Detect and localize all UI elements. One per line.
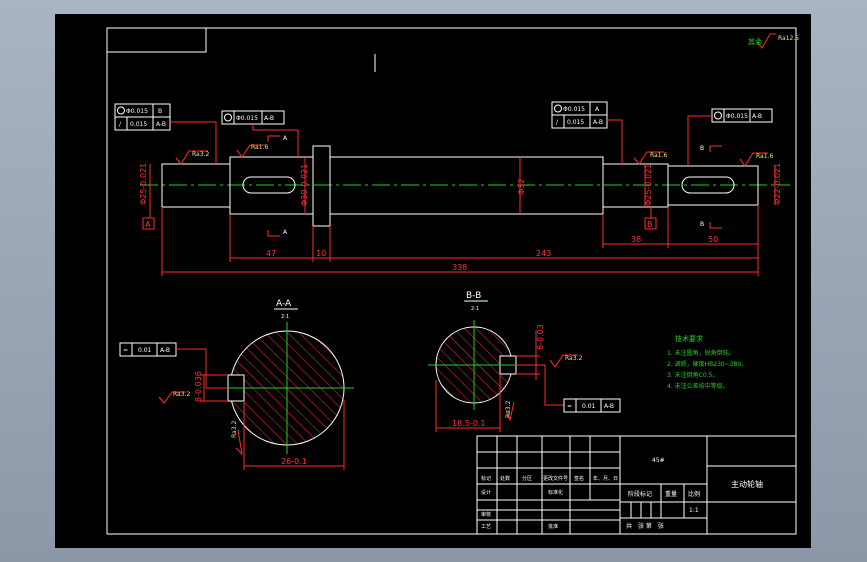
tech-note-3: 3. 未注倒角C0.5。 <box>667 371 718 379</box>
svg-text:重量: 重量 <box>665 490 677 498</box>
drawing-canvas[interactable]: 其余 Ra12.5 Φ25-0.021 Φ30-0.021 Φ32 Φ25-0.… <box>55 14 811 548</box>
dim-sec-a-width: 8-0.036 <box>194 371 203 402</box>
section-b-view: B-B 2:1 6-0.03 Ra3.2 Ra3.2 18.5-0.1 = 0.… <box>428 291 621 432</box>
tech-note-1: 1. 未注圆角，锐角倒钝。 <box>667 349 735 357</box>
dim-d-left: Φ25-0.021 <box>139 163 148 205</box>
svg-text:/: / <box>119 121 122 128</box>
svg-text:A-B: A-B <box>593 119 603 126</box>
length-dims: 47 10 243 338 38 50 <box>161 205 759 276</box>
svg-text:A-B: A-B <box>604 403 614 410</box>
svg-text:Ra3.2: Ra3.2 <box>192 151 209 158</box>
svg-text:B: B <box>647 220 653 229</box>
svg-text:A-B: A-B <box>264 115 274 122</box>
svg-text:Ra3.2: Ra3.2 <box>565 355 582 362</box>
dim-len-38: 38 <box>631 235 641 244</box>
tech-note-2: 2. 调质，硬度HB230~280。 <box>667 360 747 368</box>
svg-text:阶段标记: 阶段标记 <box>628 490 652 498</box>
svg-text:Φ0.015: Φ0.015 <box>563 106 585 113</box>
svg-text:0.015: 0.015 <box>130 121 147 128</box>
roughness-marks-main: Ra3.2 Ra1.6 Ra1.6 Ra1.6 <box>175 144 773 167</box>
svg-text:设计: 设计 <box>481 489 491 496</box>
svg-text:A-B: A-B <box>752 113 762 120</box>
title-part-name: 主动轮轴 <box>731 479 763 489</box>
svg-text:Ra1.6: Ra1.6 <box>650 152 667 159</box>
svg-text:/: / <box>556 119 559 126</box>
code-box <box>106 27 207 53</box>
svg-text:A: A <box>283 135 288 142</box>
svg-text:=: = <box>123 347 128 354</box>
datum-a: A <box>142 207 155 230</box>
svg-text:Ra3.2: Ra3.2 <box>173 391 190 398</box>
svg-text:更改文件号: 更改文件号 <box>543 475 568 482</box>
section-a-title: A-A <box>276 299 292 309</box>
tech-note-4: 4. 未注公差按中等级。 <box>667 382 729 390</box>
application-window: 其余 Ra12.5 Φ25-0.021 Φ30-0.021 Φ32 Φ25-0.… <box>0 0 867 562</box>
svg-text:B: B <box>700 221 704 228</box>
svg-text:处数: 处数 <box>500 475 510 482</box>
svg-text:0.015: 0.015 <box>567 119 584 126</box>
svg-text:审核: 审核 <box>481 511 491 518</box>
svg-text:Φ0.015: Φ0.015 <box>236 115 258 122</box>
svg-text:A-B: A-B <box>160 347 170 354</box>
svg-text:=: = <box>567 403 572 410</box>
tech-notes-title: 技术要求 <box>675 334 703 343</box>
svg-text:标记: 标记 <box>481 475 491 482</box>
dim-len-10: 10 <box>316 249 326 258</box>
dim-sec-a-depth: 26-0.1 <box>281 457 307 466</box>
drawing-border <box>106 27 797 535</box>
dim-d-key: Φ30-0.021 <box>300 164 309 206</box>
shaft-main-view <box>140 145 790 227</box>
roughness-corner: 其余 Ra12.5 <box>748 33 799 49</box>
section-b-title: B-B <box>466 291 481 301</box>
cad-drawing: 其余 Ra12.5 Φ25-0.021 Φ30-0.021 Φ32 Φ25-0.… <box>106 27 799 535</box>
title-material: 45# <box>652 457 665 464</box>
svg-text:0.01: 0.01 <box>582 403 596 410</box>
svg-text:签名: 签名 <box>574 475 584 482</box>
dim-d-mid: Φ32 <box>517 179 526 195</box>
svg-text:分区: 分区 <box>522 475 532 482</box>
svg-text:A: A <box>283 229 288 236</box>
title-scale: 1:1 <box>689 507 699 514</box>
dim-sec-b-depth: 18.5-0.1 <box>452 419 485 428</box>
svg-text:标准化: 标准化 <box>548 489 563 496</box>
tolerance-frame-right: Φ0.015 A / 0.015 A-B <box>551 101 623 164</box>
shaft-collar <box>312 145 331 227</box>
svg-text:Φ0.015: Φ0.015 <box>726 113 748 120</box>
dim-len-243: 243 <box>536 249 551 258</box>
svg-text:A: A <box>595 106 600 113</box>
roughness-corner-label: Ra12.5 <box>778 35 799 42</box>
section-a-view: A-A 2:1 = 0.01 A-B 8-0.036 Ra3.2 Ra3.2 2… <box>119 299 354 470</box>
svg-text:0.01: 0.01 <box>138 347 152 354</box>
dim-d-right-end: Φ22-0.021 <box>773 163 782 205</box>
dim-d-right-brg: Φ25-0.021 <box>644 164 653 206</box>
roughness-corner-prefix: 其余 <box>748 37 762 46</box>
section-b-scale: 2:1 <box>471 306 479 312</box>
datum-b: B <box>644 207 657 230</box>
dim-len-47: 47 <box>266 249 276 258</box>
tech-notes: 技术要求 1. 未注圆角，锐角倒钝。 2. 调质，硬度HB230~280。 3.… <box>667 334 747 390</box>
svg-text:年、月、日: 年、月、日 <box>593 475 618 482</box>
svg-text:Φ0.015: Φ0.015 <box>126 108 148 115</box>
svg-text:B: B <box>700 145 704 152</box>
svg-text:Ra3.2: Ra3.2 <box>231 421 238 438</box>
dim-len-50: 50 <box>708 235 718 244</box>
svg-text:Ra3.2: Ra3.2 <box>505 401 512 418</box>
svg-text:A: A <box>145 220 151 229</box>
svg-text:批准: 批准 <box>548 523 558 530</box>
svg-text:Ra1.6: Ra1.6 <box>251 144 268 151</box>
svg-text:比例: 比例 <box>688 490 700 498</box>
section-a-scale: 2:1 <box>281 314 289 320</box>
dim-len-338: 338 <box>452 263 467 272</box>
svg-text:共 张 第 张: 共 张 第 张 <box>626 522 664 530</box>
dim-sec-b-width: 6-0.03 <box>536 324 545 350</box>
svg-text:B: B <box>158 108 162 115</box>
title-block: 标记 处数 分区 更改文件号 签名 年、月、日 设计 标准化 审核 工艺 批准 … <box>476 435 797 535</box>
svg-text:A-B: A-B <box>156 121 166 128</box>
svg-text:工艺: 工艺 <box>481 524 491 530</box>
svg-text:Ra1.6: Ra1.6 <box>756 153 773 160</box>
